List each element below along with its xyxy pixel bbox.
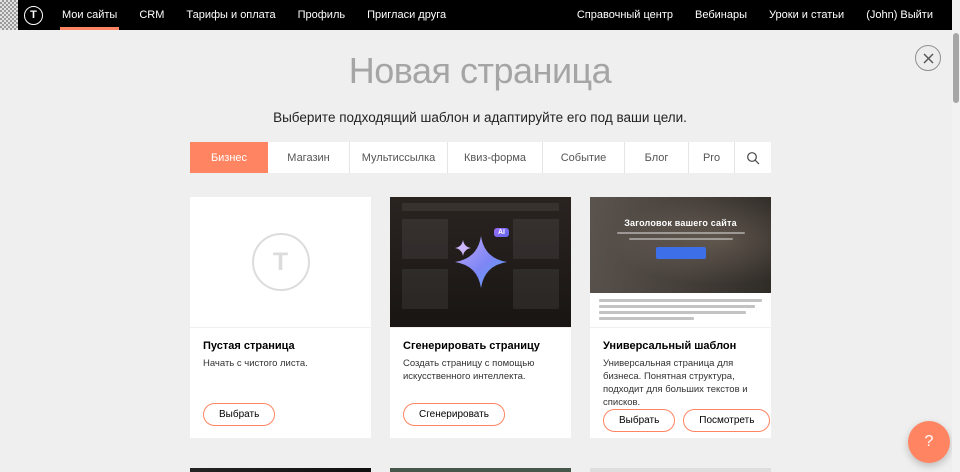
preview-text-section [590, 293, 771, 327]
nav-item-help-center[interactable]: Справочный центр [566, 0, 684, 30]
tab-event[interactable]: Событие [543, 142, 625, 173]
view-template-button[interactable]: Посмотреть [683, 409, 770, 432]
partial-card-preview [590, 468, 771, 472]
text-placeholder [629, 238, 733, 240]
ai-preview: AI [390, 197, 571, 328]
preview-headline: Заголовок вашего сайта [590, 218, 771, 228]
card-body: Универсальный шаблон Универсальная стран… [590, 328, 771, 438]
card-title: Сгенерировать страницу [403, 340, 559, 352]
text-placeholder [599, 311, 746, 314]
scrollbar-thumb[interactable] [953, 33, 959, 103]
topbar: T Мои сайты CRM Тарифы и оплата Профиль … [0, 0, 960, 30]
text-placeholder [617, 232, 745, 234]
close-icon [923, 53, 934, 64]
card-body: Пустая страница Начать с чистого листа. … [190, 328, 371, 438]
text-placeholder [599, 317, 694, 320]
search-icon [746, 151, 760, 165]
card-title: Универсальный шаблон [603, 340, 759, 352]
dither-texture [0, 0, 18, 30]
topbar-left-nav: Мои сайты CRM Тарифы и оплата Профиль Пр… [51, 0, 457, 30]
tab-store[interactable]: Магазин [268, 142, 350, 173]
ai-star-icon [449, 230, 513, 294]
tilda-mark-letter: T [273, 248, 288, 277]
universal-preview: Заголовок вашего сайта [590, 197, 771, 328]
card-title: Пустая страница [203, 340, 359, 352]
screen: T Мои сайты CRM Тарифы и оплата Профиль … [0, 0, 960, 472]
preview-cta-button [656, 247, 706, 259]
partial-card-preview [390, 468, 571, 472]
text-placeholder [599, 305, 755, 308]
tilda-logo-letter: T [30, 9, 37, 21]
card-body: Сгенерировать страницу Создать страницу … [390, 328, 571, 438]
tab-link-in-bio[interactable]: Мультиссылка [350, 142, 448, 173]
topbar-right-nav: Справочный центр Вебинары Уроки и статьи… [566, 0, 944, 30]
tab-search[interactable] [735, 142, 771, 173]
template-grid: T Пустая страница Начать с чистого листа… [190, 197, 771, 438]
choose-template-button[interactable]: Выбрать [603, 409, 675, 432]
tilda-mark-icon: T [252, 233, 310, 291]
close-button[interactable] [915, 45, 941, 71]
nav-item-profile[interactable]: Профиль [287, 0, 357, 30]
page-title: Новая страница [0, 50, 960, 92]
partial-card-preview [190, 468, 371, 472]
card-generate-ai: AI Сгенерировать страницу Создать страни… [390, 197, 571, 438]
generate-button[interactable]: Сгенерировать [403, 403, 505, 426]
card-universal-template: Заголовок вашего сайта Универсальный шаб… [590, 197, 771, 438]
nav-item-crm[interactable]: CRM [128, 0, 175, 30]
tab-blog[interactable]: Блог [625, 142, 689, 173]
card-actions: Сгенерировать [403, 403, 559, 432]
nav-item-webinars[interactable]: Вебинары [684, 0, 758, 30]
card-actions: Выбрать [203, 403, 359, 432]
tab-pro[interactable]: Pro [689, 142, 735, 173]
nav-item-invite-friend[interactable]: Пригласи друга [356, 0, 457, 30]
help-button[interactable]: ? [908, 421, 950, 463]
tilda-logo[interactable]: T [24, 6, 43, 25]
nav-item-logout[interactable]: (John) Выйти [855, 0, 944, 30]
choose-blank-button[interactable]: Выбрать [203, 403, 275, 426]
nav-item-my-sites[interactable]: Мои сайты [51, 0, 128, 30]
preview-hero: Заголовок вашего сайта [590, 197, 771, 293]
ai-badge: AI [494, 228, 509, 237]
template-category-tabs: Бизнес Магазин Мультиссылка Квиз-форма С… [190, 142, 771, 173]
card-description: Универсальная страница для бизнеса. Поня… [603, 357, 759, 409]
page-subtitle: Выберите подходящий шаблон и адаптируйте… [0, 110, 960, 125]
scrollbar-track[interactable] [952, 0, 960, 472]
ai-star-wrap [390, 197, 571, 327]
tab-quiz-form[interactable]: Квиз-форма [448, 142, 543, 173]
nav-item-lessons[interactable]: Уроки и статьи [758, 0, 855, 30]
blank-page-preview: T [190, 197, 371, 328]
tab-business[interactable]: Бизнес [190, 142, 268, 173]
help-button-label: ? [925, 433, 934, 451]
nav-item-plans-payment[interactable]: Тарифы и оплата [175, 0, 286, 30]
card-description: Начать с чистого листа. [203, 357, 359, 370]
card-blank-page: T Пустая страница Начать с чистого листа… [190, 197, 371, 438]
card-description: Создать страницу с помощью искусственног… [403, 357, 559, 383]
text-placeholder [599, 299, 762, 302]
card-actions: Выбрать Посмотреть [603, 409, 759, 438]
